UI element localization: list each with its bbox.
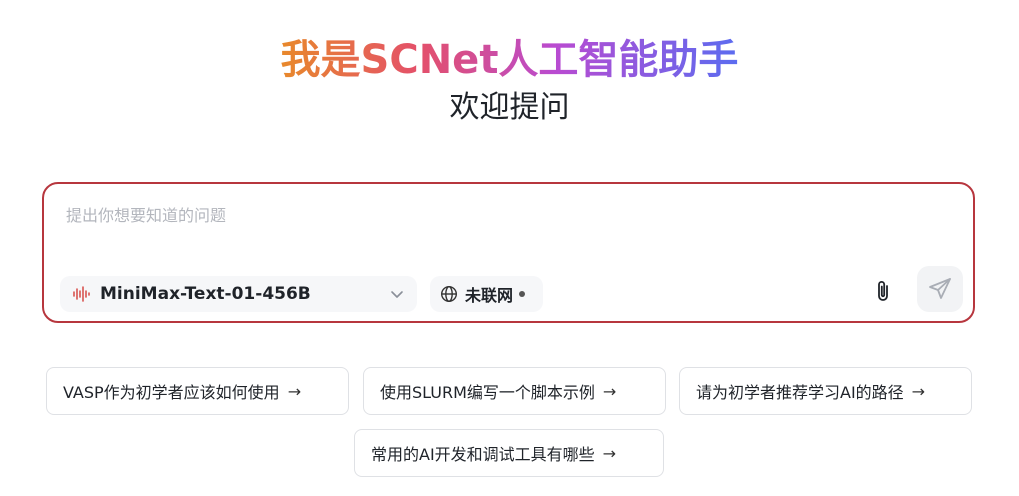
chevron-down-icon bbox=[391, 291, 403, 298]
suggestion-label: VASP作为初学者应该如何使用 bbox=[63, 383, 280, 402]
suggestion-chip-vasp[interactable]: VASP作为初学者应该如何使用 → bbox=[46, 367, 349, 415]
send-button[interactable] bbox=[917, 266, 963, 312]
suggestion-chip-ai-tools[interactable]: 常用的AI开发和调试工具有哪些 → bbox=[354, 429, 664, 477]
suggestion-label: 请为初学者推荐学习AI的路径 bbox=[696, 383, 904, 402]
page-subtitle: 欢迎提问 bbox=[449, 90, 570, 125]
paperclip-icon bbox=[878, 281, 888, 301]
network-toggle-label: 未联网 bbox=[465, 286, 514, 305]
suggestion-label: 使用SLURM编写一个脚本示例 bbox=[380, 383, 595, 402]
arrow-right-icon: → bbox=[911, 381, 926, 401]
page: 我是SCNet人工智能助手 欢迎提问 MiniMax-Text-01-456B bbox=[0, 0, 1019, 496]
network-status-dot bbox=[519, 291, 526, 297]
suggestion-chip-slurm[interactable]: 使用SLURM编写一个脚本示例 → bbox=[363, 367, 666, 415]
prompt-input[interactable] bbox=[66, 200, 946, 230]
arrow-right-icon: → bbox=[602, 381, 617, 401]
chat-composer: MiniMax-Text-01-456B 未联网 bbox=[42, 182, 975, 323]
send-icon bbox=[929, 278, 951, 299]
waveform-icon bbox=[73, 286, 90, 302]
network-toggle[interactable]: 未联网 bbox=[430, 276, 543, 312]
arrow-right-icon: → bbox=[287, 381, 302, 401]
arrow-right-icon: → bbox=[602, 443, 617, 463]
model-select[interactable]: MiniMax-Text-01-456B bbox=[60, 276, 417, 312]
page-title: 我是SCNet人工智能助手 bbox=[0, 34, 1019, 86]
globe-icon bbox=[440, 285, 458, 303]
model-select-label: MiniMax-Text-01-456B bbox=[100, 284, 311, 304]
attach-button[interactable] bbox=[868, 276, 898, 306]
suggestion-label: 常用的AI开发和调试工具有哪些 bbox=[371, 445, 595, 464]
page-title-text: 我是SCNet人工智能助手 bbox=[280, 37, 739, 83]
suggestion-chip-ai-path[interactable]: 请为初学者推荐学习AI的路径 → bbox=[679, 367, 972, 415]
